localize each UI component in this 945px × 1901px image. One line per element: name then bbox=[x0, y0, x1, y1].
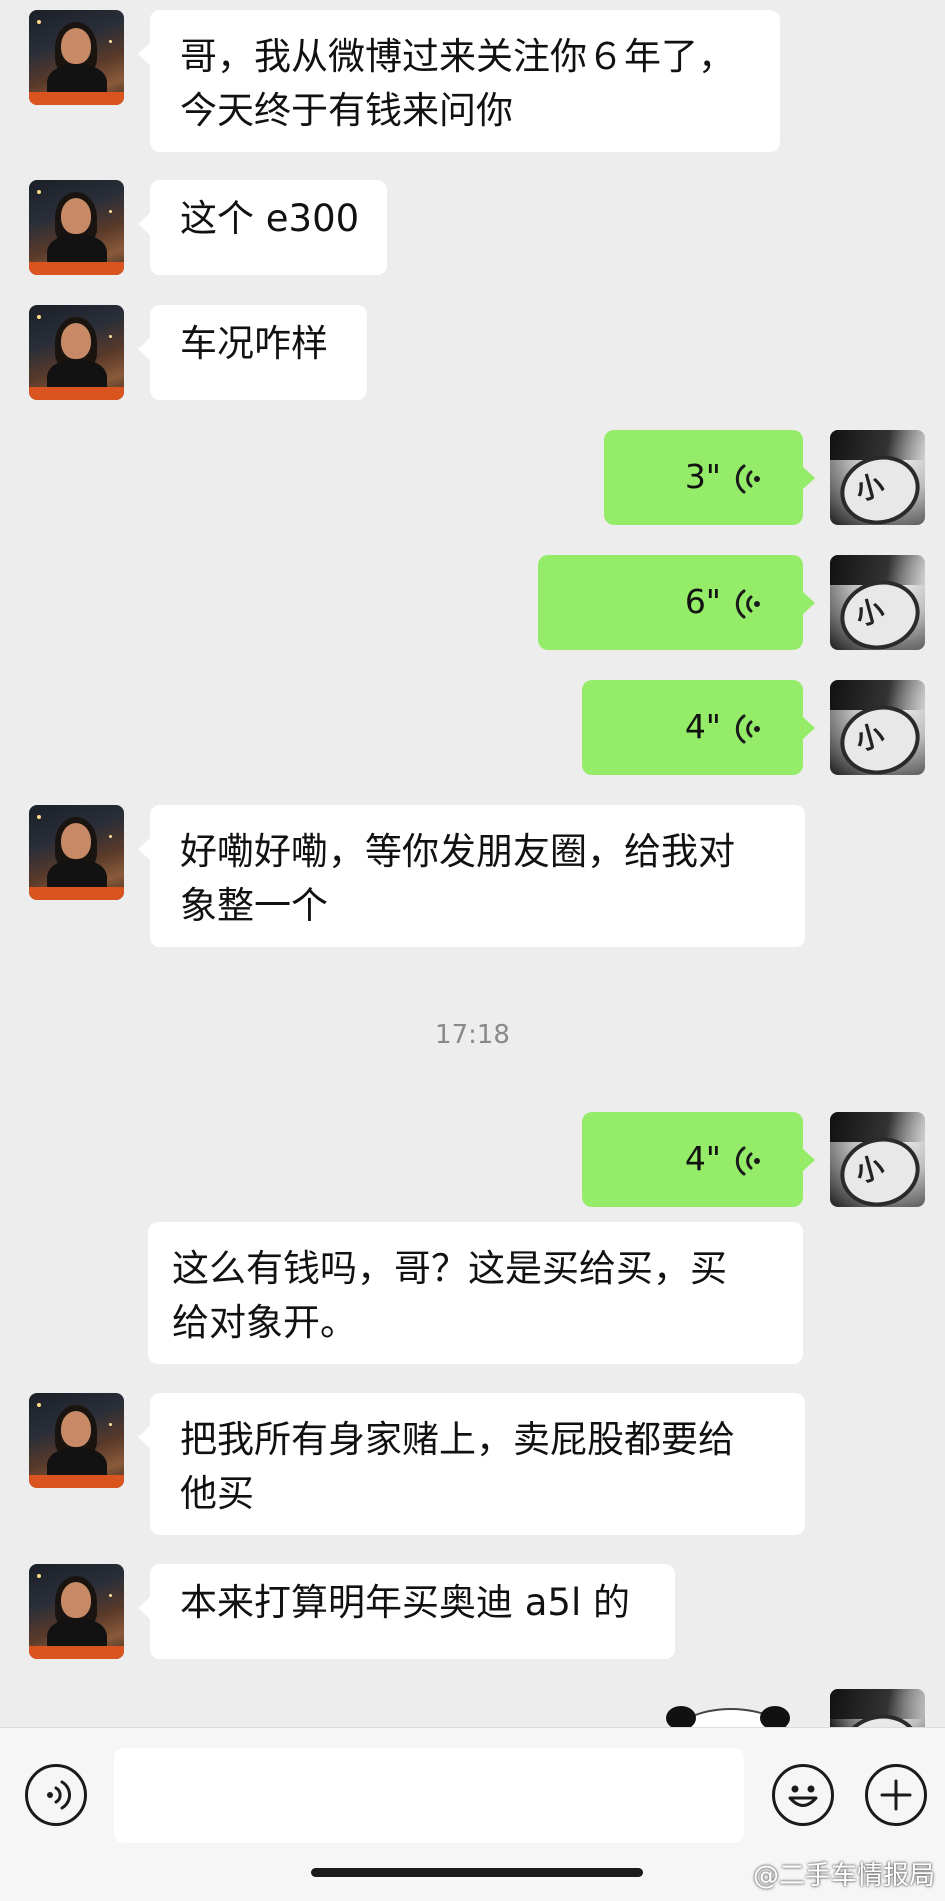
incoming-message-bubble[interactable]: 这么有钱吗，哥？这是买给买，买 给对象开。 bbox=[148, 1222, 803, 1364]
plus-icon bbox=[880, 1779, 912, 1811]
my-avatar[interactable]: 小 bbox=[830, 430, 925, 525]
panda-sticker[interactable] bbox=[660, 1700, 795, 1730]
message-text-line: 哥，我从微博过来关注你６年了， bbox=[180, 35, 735, 78]
incoming-message-bubble[interactable]: 把我所有身家赌上，卖屁股都要给 他买 bbox=[138, 1393, 805, 1535]
contact-avatar[interactable] bbox=[29, 180, 124, 275]
message-text-line: 象整一个 bbox=[180, 884, 328, 927]
message-input[interactable] bbox=[114, 1748, 744, 1843]
voice-wave-icon bbox=[735, 589, 760, 619]
contact-avatar[interactable] bbox=[29, 10, 124, 105]
more-options-button[interactable] bbox=[865, 1764, 927, 1826]
voice-wave-icon bbox=[735, 714, 760, 744]
message-text-line: 好嘞好嘞，等你发朋友圈，给我对 bbox=[180, 830, 735, 873]
home-indicator[interactable] bbox=[311, 1868, 643, 1877]
message-text-line: 车况咋样 bbox=[180, 322, 328, 365]
outgoing-voice-message[interactable]: 4" bbox=[582, 1112, 815, 1207]
my-avatar[interactable] bbox=[830, 1689, 925, 1727]
my-avatar[interactable]: 小 bbox=[830, 1112, 925, 1207]
voice-duration: 4" bbox=[684, 707, 721, 746]
message-text-line: 这个 e300 bbox=[180, 197, 360, 240]
voice-mode-icon bbox=[47, 1780, 72, 1810]
voice-mode-button[interactable] bbox=[25, 1764, 87, 1826]
emoji-button[interactable] bbox=[772, 1764, 834, 1826]
contact-avatar[interactable] bbox=[29, 805, 124, 900]
voice-wave-icon bbox=[735, 464, 760, 494]
message-text-line: 这么有钱吗，哥？这是买给买，买 bbox=[172, 1247, 727, 1290]
outgoing-voice-message[interactable]: 4" bbox=[582, 680, 815, 775]
outgoing-voice-message[interactable]: 6" bbox=[538, 555, 815, 650]
incoming-message-bubble[interactable]: 哥，我从微博过来关注你６年了， 今天终于有钱来问你 bbox=[138, 10, 780, 152]
message-text-line: 给对象开。 bbox=[172, 1301, 357, 1344]
voice-duration: 3" bbox=[684, 457, 721, 496]
contact-avatar[interactable] bbox=[29, 1393, 124, 1488]
contact-avatar[interactable] bbox=[29, 1564, 124, 1659]
message-text-line: 本来打算明年买奥迪 a5l 的 bbox=[180, 1581, 631, 1624]
incoming-message-bubble[interactable]: 车况咋样 bbox=[138, 305, 367, 400]
contact-avatar[interactable] bbox=[29, 305, 124, 400]
message-text-line: 今天终于有钱来问你 bbox=[180, 89, 513, 132]
chat-timestamp: 17:18 bbox=[435, 1020, 510, 1050]
message-text-line: 把我所有身家赌上，卖屁股都要给 bbox=[180, 1418, 735, 1461]
voice-wave-icon bbox=[735, 1146, 760, 1176]
message-text-line: 他买 bbox=[180, 1472, 254, 1515]
voice-duration: 4" bbox=[684, 1139, 721, 1178]
incoming-message-bubble[interactable]: 好嘞好嘞，等你发朋友圈，给我对 象整一个 bbox=[138, 805, 805, 947]
my-avatar[interactable]: 小 bbox=[830, 555, 925, 650]
watermark: @二手车情报局 bbox=[752, 1861, 935, 1891]
my-avatar[interactable]: 小 bbox=[830, 680, 925, 775]
voice-duration: 6" bbox=[684, 582, 721, 621]
outgoing-voice-message[interactable]: 3" bbox=[604, 430, 815, 525]
incoming-message-bubble[interactable]: 这个 e300 bbox=[138, 180, 387, 275]
emoji-icon bbox=[788, 1785, 818, 1807]
incoming-message-bubble[interactable]: 本来打算明年买奥迪 a5l 的 bbox=[138, 1564, 675, 1659]
